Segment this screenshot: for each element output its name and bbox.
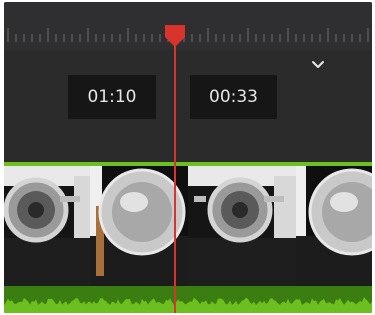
timecode-right: 00:33 bbox=[190, 75, 277, 119]
audio-clip[interactable] bbox=[4, 286, 372, 313]
timeline-ruler[interactable] bbox=[4, 2, 372, 51]
playhead-line[interactable] bbox=[174, 38, 176, 313]
clip-thumbnail bbox=[188, 166, 296, 286]
timeline-panel: 01:10 00:33 bbox=[4, 2, 372, 313]
audio-waveform bbox=[4, 297, 372, 313]
clip-thumbnail bbox=[296, 166, 372, 286]
playhead-marker-icon[interactable] bbox=[164, 24, 186, 48]
audio-waveform-shape bbox=[4, 297, 372, 313]
clip-thumbnail bbox=[4, 166, 90, 286]
chevron-down-icon[interactable] bbox=[310, 58, 326, 72]
ruler-ticks bbox=[7, 28, 369, 42]
timecode-left: 01:10 bbox=[68, 75, 156, 119]
